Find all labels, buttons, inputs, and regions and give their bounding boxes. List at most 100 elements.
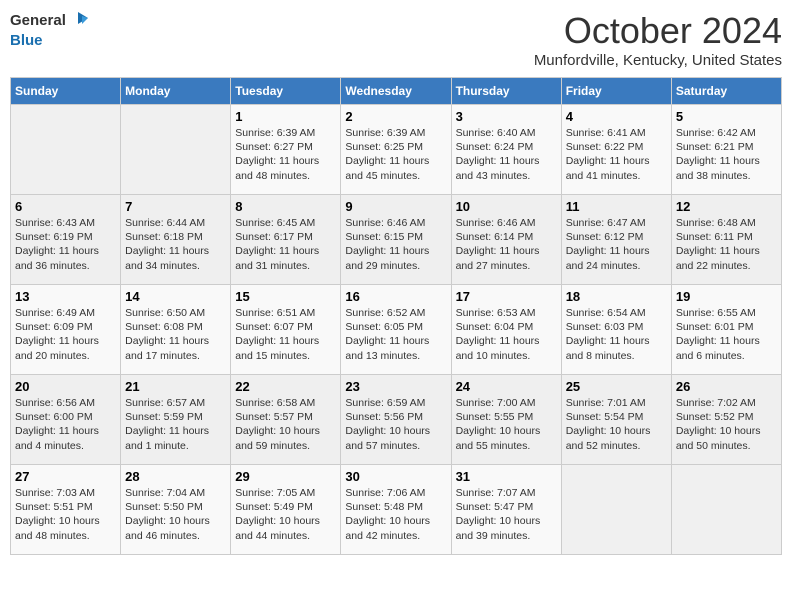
day-number: 2 [345, 109, 446, 124]
calendar-cell: 7 Sunrise: 6:44 AMSunset: 6:18 PMDaylight… [121, 195, 231, 285]
calendar-cell: 4 Sunrise: 6:41 AMSunset: 6:22 PMDaylight… [561, 105, 671, 195]
calendar-cell: 16Sunrise: 6:52 AMSunset: 6:05 PMDayligh… [341, 285, 451, 375]
day-number: 9 [345, 199, 446, 214]
day-number: 25 [566, 379, 667, 394]
month-title: October 2024 [534, 10, 782, 52]
calendar-cell: 2 Sunrise: 6:39 AMSunset: 6:25 PMDaylight… [341, 105, 451, 195]
day-number: 22 [235, 379, 336, 394]
calendar-cell: 18 Sunrise: 6:54 AMSunset: 6:03 PMDayligh… [561, 285, 671, 375]
day-info: Sunrise: 6:46 AMSunset: 6:15 PMDaylight:… [345, 216, 446, 273]
calendar-cell: 9 Sunrise: 6:46 AMSunset: 6:15 PMDaylight… [341, 195, 451, 285]
calendar-cell: 26Sunrise: 7:02 AMSunset: 5:52 PMDayligh… [671, 375, 781, 465]
page-header: General Blue October 2024 Munfordville, … [10, 10, 782, 69]
calendar-cell: 3 Sunrise: 6:40 AMSunset: 6:24 PMDaylight… [451, 105, 561, 195]
day-number: 15 [235, 289, 336, 304]
title-section: October 2024 Munfordville, Kentucky, Uni… [534, 10, 782, 69]
calendar-cell: 19Sunrise: 6:55 AMSunset: 6:01 PMDayligh… [671, 285, 781, 375]
day-info: Sunrise: 6:57 AMSunset: 5:59 PMDaylight:… [125, 396, 226, 453]
calendar-cell: 15 Sunrise: 6:51 AMSunset: 6:07 PMDayligh… [231, 285, 341, 375]
location: Munfordville, Kentucky, United States [534, 52, 782, 69]
day-number: 20 [15, 379, 116, 394]
logo: General Blue [10, 10, 90, 50]
day-info: Sunrise: 6:42 AMSunset: 6:21 PMDaylight:… [676, 126, 777, 183]
calendar-cell: 25 Sunrise: 7:01 AMSunset: 5:54 PMDayligh… [561, 375, 671, 465]
calendar-table: SundayMondayTuesdayWednesdayThursdayFrid… [10, 77, 782, 555]
day-number: 1 [235, 109, 336, 124]
calendar-cell: 30 Sunrise: 7:06 AMSunset: 5:48 PMDayligh… [341, 465, 451, 555]
day-number: 3 [456, 109, 557, 124]
day-number: 7 [125, 199, 226, 214]
day-number: 11 [566, 199, 667, 214]
calendar-cell: 27 Sunrise: 7:03 AMSunset: 5:51 PMDayligh… [11, 465, 121, 555]
day-number: 24 [456, 379, 557, 394]
calendar-cell: 11 Sunrise: 6:47 AMSunset: 6:12 PMDayligh… [561, 195, 671, 285]
day-info: Sunrise: 7:05 AMSunset: 5:49 PMDaylight:… [235, 486, 336, 543]
day-info: Sunrise: 6:39 AMSunset: 6:27 PMDaylight:… [235, 126, 336, 183]
day-info: Sunrise: 6:54 AMSunset: 6:03 PMDaylight:… [566, 306, 667, 363]
calendar-cell: 17 Sunrise: 6:53 AMSunset: 6:04 PMDayligh… [451, 285, 561, 375]
day-info: Sunrise: 7:01 AMSunset: 5:54 PMDaylight:… [566, 396, 667, 453]
day-info: Sunrise: 6:49 AMSunset: 6:09 PMDaylight:… [15, 306, 116, 363]
day-number: 29 [235, 469, 336, 484]
day-info: Sunrise: 6:58 AMSunset: 5:57 PMDaylight:… [235, 396, 336, 453]
day-info: Sunrise: 6:56 AMSunset: 6:00 PMDaylight:… [15, 396, 116, 453]
calendar-cell: 10 Sunrise: 6:46 AMSunset: 6:14 PMDayligh… [451, 195, 561, 285]
day-info: Sunrise: 6:48 AMSunset: 6:11 PMDaylight:… [676, 216, 777, 273]
day-info: Sunrise: 6:47 AMSunset: 6:12 PMDaylight:… [566, 216, 667, 273]
day-info: Sunrise: 6:44 AMSunset: 6:18 PMDaylight:… [125, 216, 226, 273]
calendar-cell: 31 Sunrise: 7:07 AMSunset: 5:47 PMDayligh… [451, 465, 561, 555]
calendar-cell: 13 Sunrise: 6:49 AMSunset: 6:09 PMDayligh… [11, 285, 121, 375]
day-info: Sunrise: 6:50 AMSunset: 6:08 PMDaylight:… [125, 306, 226, 363]
calendar-cell: 14 Sunrise: 6:50 AMSunset: 6:08 PMDayligh… [121, 285, 231, 375]
day-number: 4 [566, 109, 667, 124]
weekday-header-wednesday: Wednesday [341, 78, 451, 105]
day-info: Sunrise: 6:41 AMSunset: 6:22 PMDaylight:… [566, 126, 667, 183]
day-info: Sunrise: 7:06 AMSunset: 5:48 PMDaylight:… [345, 486, 446, 543]
logo-wordmark: General Blue [10, 10, 90, 50]
day-info: Sunrise: 6:39 AMSunset: 6:25 PMDaylight:… [345, 126, 446, 183]
day-info: Sunrise: 7:03 AMSunset: 5:51 PMDaylight:… [15, 486, 116, 543]
day-number: 5 [676, 109, 777, 124]
day-number: 26 [676, 379, 777, 394]
day-number: 18 [566, 289, 667, 304]
day-info: Sunrise: 6:59 AMSunset: 5:56 PMDaylight:… [345, 396, 446, 453]
weekday-header-tuesday: Tuesday [231, 78, 341, 105]
calendar-cell: 24Sunrise: 7:00 AMSunset: 5:55 PMDayligh… [451, 375, 561, 465]
day-info: Sunrise: 7:07 AMSunset: 5:47 PMDaylight:… [456, 486, 557, 543]
day-info: Sunrise: 7:04 AMSunset: 5:50 PMDaylight:… [125, 486, 226, 543]
day-number: 30 [345, 469, 446, 484]
calendar-cell: 29 Sunrise: 7:05 AMSunset: 5:49 PMDayligh… [231, 465, 341, 555]
weekday-header-friday: Friday [561, 78, 671, 105]
day-number: 10 [456, 199, 557, 214]
calendar-cell: 22 Sunrise: 6:58 AMSunset: 5:57 PMDayligh… [231, 375, 341, 465]
day-number: 12 [676, 199, 777, 214]
day-number: 17 [456, 289, 557, 304]
day-number: 23 [345, 379, 446, 394]
day-info: Sunrise: 6:52 AMSunset: 6:05 PMDaylight:… [345, 306, 446, 363]
day-number: 8 [235, 199, 336, 214]
day-info: Sunrise: 6:45 AMSunset: 6:17 PMDaylight:… [235, 216, 336, 273]
day-info: Sunrise: 6:43 AMSunset: 6:19 PMDaylight:… [15, 216, 116, 273]
weekday-header-saturday: Saturday [671, 78, 781, 105]
calendar-cell: 23 Sunrise: 6:59 AMSunset: 5:56 PMDayligh… [341, 375, 451, 465]
calendar-cell: 12 Sunrise: 6:48 AMSunset: 6:11 PMDayligh… [671, 195, 781, 285]
day-info: Sunrise: 6:46 AMSunset: 6:14 PMDaylight:… [456, 216, 557, 273]
calendar-cell: 21Sunrise: 6:57 AMSunset: 5:59 PMDayligh… [121, 375, 231, 465]
calendar-cell: 8 Sunrise: 6:45 AMSunset: 6:17 PMDaylight… [231, 195, 341, 285]
calendar-cell: 28 Sunrise: 7:04 AMSunset: 5:50 PMDayligh… [121, 465, 231, 555]
day-number: 13 [15, 289, 116, 304]
day-info: Sunrise: 6:53 AMSunset: 6:04 PMDaylight:… [456, 306, 557, 363]
day-number: 28 [125, 469, 226, 484]
day-number: 6 [15, 199, 116, 214]
calendar-cell [121, 105, 231, 195]
day-info: Sunrise: 6:51 AMSunset: 6:07 PMDaylight:… [235, 306, 336, 363]
weekday-header-sunday: Sunday [11, 78, 121, 105]
day-number: 27 [15, 469, 116, 484]
calendar-cell: 1 Sunrise: 6:39 AMSunset: 6:27 PMDaylight… [231, 105, 341, 195]
day-number: 14 [125, 289, 226, 304]
day-number: 19 [676, 289, 777, 304]
day-number: 31 [456, 469, 557, 484]
day-info: Sunrise: 6:40 AMSunset: 6:24 PMDaylight:… [456, 126, 557, 183]
calendar-cell [11, 105, 121, 195]
calendar-cell [671, 465, 781, 555]
